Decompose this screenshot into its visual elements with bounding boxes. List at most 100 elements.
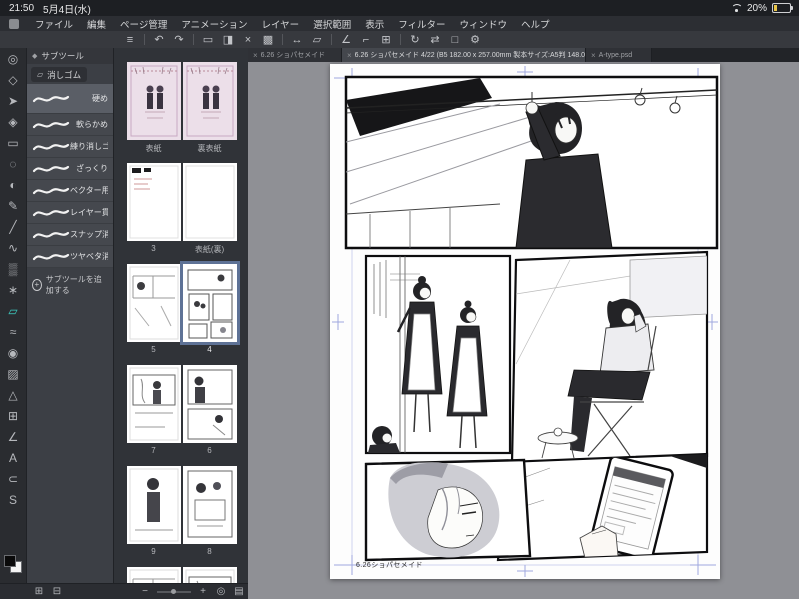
view-mode-icon[interactable]: ▤ — [230, 584, 248, 599]
subtool-item-8[interactable]: ツヤベタ消しゴム — [27, 246, 113, 268]
page-thumbnail-row6-right[interactable] — [182, 567, 237, 583]
page-thumbnail-6[interactable] — [182, 365, 237, 443]
page-thumbnail-表紙(裏)[interactable] — [182, 163, 237, 241]
settings-icon[interactable]: ⚙ — [465, 32, 485, 47]
scale-rotate-icon[interactable]: ↔ — [287, 32, 307, 47]
pencil-tool[interactable]: ╱ — [0, 216, 26, 237]
menu-window[interactable]: ウィンドウ — [453, 17, 515, 31]
ruler-tool[interactable]: ∠ — [0, 426, 26, 447]
wifi-icon — [731, 4, 742, 13]
lasso-tool[interactable]: ◌ — [0, 153, 26, 174]
command-bar: ≡ ↶ ↷ ▭ ◨ × ▩ ↔ ▱ ∠ ⌐ ⊞ ↻ ⇄ □ ⚙ — [0, 31, 799, 48]
menu-page-management[interactable]: ページ管理 — [113, 17, 174, 31]
selection-tool[interactable]: ▭ — [0, 132, 26, 153]
page-thumbnail-8[interactable] — [182, 466, 237, 544]
add-page-icon[interactable]: ⊞ — [30, 584, 48, 599]
menu-filter[interactable]: フィルター — [391, 17, 452, 31]
clear-icon[interactable]: × — [238, 32, 258, 47]
fit-screen-icon[interactable]: ◎ — [212, 584, 230, 599]
document-tab-2[interactable]: × 6.26 ショパセメイド 4/22 (B5 182.00 x 257.00mm… — [342, 48, 586, 62]
subtool-item-3[interactable]: 練り消しゴム — [27, 136, 113, 158]
decoration-tool[interactable]: ∗ — [0, 279, 26, 300]
layer-select-tool[interactable]: ◈ — [0, 111, 26, 132]
hand-tool[interactable]: ◇ — [0, 69, 26, 90]
page-thumbnail-裏表紙[interactable] — [182, 62, 237, 140]
subtool-item-label: ベクター用 — [70, 186, 108, 195]
thumbnail-zoom-slider[interactable] — [157, 588, 191, 594]
page-thumbnail-表紙[interactable] — [126, 62, 181, 140]
toolbar-separator — [193, 34, 194, 45]
page-label: 9 — [151, 547, 156, 556]
subtool-item-1[interactable]: 硬め — [27, 84, 113, 114]
snap-special-ruler-icon[interactable]: ⌐ — [356, 32, 376, 47]
page-thumbnail-7[interactable] — [126, 365, 181, 443]
fill-tool[interactable]: ◉ — [0, 342, 26, 363]
color-swatches[interactable] — [4, 555, 22, 573]
zoom-in-icon[interactable]: + — [194, 584, 212, 599]
page-thumbnail-row6-left[interactable] — [126, 567, 181, 583]
balloon-tool[interactable]: ⊂ — [0, 468, 26, 489]
blend-tool[interactable]: ≈ — [0, 321, 26, 342]
snap-grid-icon[interactable]: ⊞ — [376, 32, 396, 47]
undo-icon[interactable]: ↶ — [149, 32, 169, 47]
menu-animation[interactable]: アニメーション — [174, 17, 254, 31]
battery-icon — [772, 3, 793, 13]
reset-view-icon[interactable]: □ — [445, 32, 465, 47]
text-tool[interactable]: A — [0, 447, 26, 468]
airbrush-tool[interactable]: ▒ — [0, 258, 26, 279]
tab-close-icon[interactable]: × — [347, 51, 352, 60]
page-thumbnail-9[interactable] — [126, 466, 181, 544]
gradient-tool[interactable]: ▨ — [0, 363, 26, 384]
panel-bottom-bar: ⊞ ⊟ − + ◎ ▤ — [0, 583, 248, 599]
eyedropper-tool[interactable]: ◐ — [0, 174, 26, 195]
subtool-item-label: 硬め — [92, 94, 108, 103]
snap-ruler-icon[interactable]: ∠ — [336, 32, 356, 47]
tab-close-icon[interactable]: × — [253, 51, 258, 60]
subtool-item-6[interactable]: レイヤー貫通 — [27, 202, 113, 224]
line-correction-tool[interactable]: S — [0, 489, 26, 510]
rotate-view-icon[interactable]: ↻ — [405, 32, 425, 47]
figure-tool[interactable]: △ — [0, 384, 26, 405]
pen-tool[interactable]: ✎ — [0, 195, 26, 216]
zoom-out-icon[interactable]: − — [136, 584, 154, 599]
page-label: 5 — [151, 345, 156, 354]
brush-tool[interactable]: ∿ — [0, 237, 26, 258]
app-menu-icon[interactable] — [9, 18, 19, 29]
free-transform-icon[interactable]: ▱ — [307, 32, 327, 47]
stroke-preview-icon — [32, 162, 70, 176]
menu-help[interactable]: ヘルプ — [514, 17, 557, 31]
zoom-tool[interactable]: ◎ — [0, 48, 26, 69]
page-label: 8 — [207, 547, 212, 556]
page-thumbnail-5[interactable] — [126, 264, 181, 342]
document-page[interactable]: 6.26ショパセメイド — [330, 64, 720, 579]
delete-page-icon[interactable]: ⊟ — [48, 584, 66, 599]
current-tool-pill[interactable]: ▱ 消しゴム — [31, 67, 88, 82]
tab-close-icon[interactable]: × — [591, 51, 596, 60]
canvas-viewport[interactable]: 6.26ショパセメイド — [248, 62, 799, 599]
document-tab-1[interactable]: × 6.26 ショパセメイド — [248, 48, 342, 62]
page-thumbnail-4[interactable] — [182, 264, 237, 342]
subtool-item-label: 練り消しゴム — [70, 142, 108, 151]
redo-icon[interactable]: ↷ — [169, 32, 189, 47]
menu-selection[interactable]: 選択範囲 — [306, 17, 358, 31]
menu-view[interactable]: 表示 — [358, 17, 391, 31]
subtool-item-7[interactable]: スナップ消しゴム — [27, 224, 113, 246]
frame-border-tool[interactable]: ⊞ — [0, 405, 26, 426]
fill-icon[interactable]: ▩ — [258, 32, 278, 47]
subtool-item-2[interactable]: 軟らかめ — [27, 114, 113, 136]
flip-view-icon[interactable]: ⇄ — [425, 32, 445, 47]
subtool-item-5[interactable]: ベクター用 — [27, 180, 113, 202]
page-thumbnail-3[interactable] — [126, 163, 181, 241]
invert-selection-icon[interactable]: ◨ — [218, 32, 238, 47]
main-color-swatch[interactable] — [4, 555, 16, 567]
main-menu-icon[interactable]: ≡ — [120, 32, 140, 47]
add-subtool-button[interactable]: + サブツールを追加する — [27, 268, 113, 302]
deselect-icon[interactable]: ▭ — [198, 32, 218, 47]
menu-file[interactable]: ファイル — [28, 17, 80, 31]
subtool-item-4[interactable]: ざっくり — [27, 158, 113, 180]
menu-edit[interactable]: 編集 — [80, 17, 113, 31]
object-tool[interactable]: ➤ — [0, 90, 26, 111]
eraser-tool[interactable]: ▱ — [0, 300, 26, 321]
document-tab-3[interactable]: × A-type.psd — [586, 48, 652, 62]
menu-layer[interactable]: レイヤー — [254, 17, 306, 31]
